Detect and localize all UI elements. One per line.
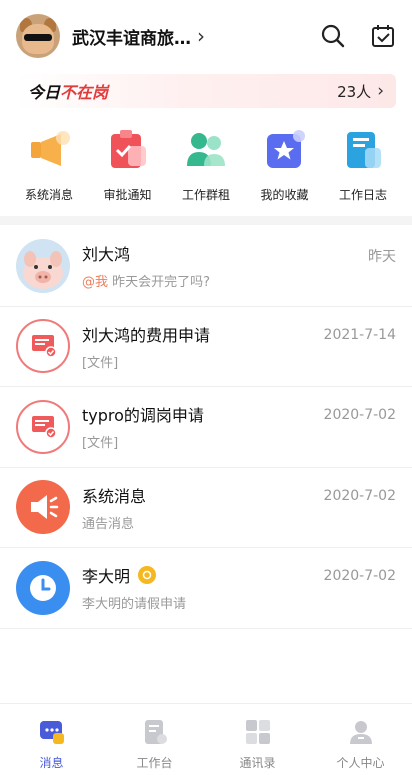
bottom-tab-bar: 消息 工作台 通讯录 个人中心 xyxy=(0,703,412,775)
tab-contacts[interactable]: 通讯录 xyxy=(206,704,309,775)
quick-work-group[interactable]: 工作群租 xyxy=(171,128,241,208)
list-item[interactable]: typro的调岗申请 [文件] 2020-7-02 xyxy=(0,387,412,468)
star-icon xyxy=(266,130,305,168)
top-header: 武汉丰谊商旅… › xyxy=(0,0,412,72)
chat-icon xyxy=(39,721,64,744)
message-time: 2020-7-02 xyxy=(323,568,396,584)
message-time: 2020-7-02 xyxy=(323,407,396,423)
message-title: 李大明 xyxy=(82,567,131,587)
expense-doc-icon xyxy=(16,319,70,374)
person-icon xyxy=(349,721,372,744)
grid-icon xyxy=(245,720,270,744)
message-title: 刘大鸿 xyxy=(82,245,131,265)
messages-page: 武汉丰谊商旅… › 今日不在岗 23人 › 系统消息 审批通知 工作群租 我的收… xyxy=(0,0,412,775)
quick-actions: 系统消息 审批通知 工作群租 我的收藏 工作日志 xyxy=(0,128,412,208)
speaker-icon xyxy=(16,480,70,535)
chevron-right-icon[interactable]: › xyxy=(197,24,205,48)
transfer-doc-icon xyxy=(16,399,70,454)
quick-approval-notice[interactable]: 审批通知 xyxy=(93,128,163,208)
pig-avatar xyxy=(16,238,70,293)
message-preview: 通告消息 xyxy=(82,516,135,532)
absence-banner[interactable]: 今日不在岗 23人 › xyxy=(16,74,396,108)
section-divider xyxy=(0,216,412,225)
message-preview: [文件] xyxy=(82,436,119,452)
workbench-icon xyxy=(144,720,167,744)
list-item[interactable]: 刘大鸿 @我 昨天会开完了吗? 昨天 xyxy=(0,226,412,307)
quick-favorites[interactable]: 我的收藏 xyxy=(250,128,320,208)
message-time: 2021-7-14 xyxy=(323,326,396,343)
message-time: 昨天 xyxy=(368,249,396,265)
clipboard-check-icon xyxy=(110,130,146,168)
message-time: 2020-7-02 xyxy=(323,487,396,504)
tab-workbench[interactable]: 工作台 xyxy=(103,704,206,775)
calendar-check-icon[interactable] xyxy=(370,23,396,49)
list-item[interactable]: 刘大鸿的费用申请 [文件] 2021-7-14 xyxy=(0,307,412,387)
user-avatar[interactable] xyxy=(16,14,60,58)
absence-count: 23人 xyxy=(337,82,372,101)
megaphone-icon xyxy=(31,131,70,166)
message-preview: @我 昨天会开完了吗? xyxy=(82,275,211,291)
tab-messages[interactable]: 消息 xyxy=(0,704,103,775)
list-item[interactable]: 系统消息 通告消息 2020-7-02 xyxy=(0,468,412,548)
banner-title: 今日不在岗 xyxy=(28,83,109,102)
quick-system-message[interactable]: 系统消息 xyxy=(14,128,84,208)
org-name[interactable]: 武汉丰谊商旅… xyxy=(72,24,191,49)
clock-icon xyxy=(16,560,70,615)
quick-work-log[interactable]: 工作日志 xyxy=(328,128,398,208)
tab-profile[interactable]: 个人中心 xyxy=(309,704,412,775)
message-preview: [文件] xyxy=(82,355,119,371)
message-list: 刘大鸿 @我 昨天会开完了吗? 昨天 刘大鸿的费用申请 [文件] 2021-7-… xyxy=(0,226,412,629)
notebook-icon xyxy=(347,132,381,168)
list-item[interactable]: 李大明 李大明的请假申请 2020-7-02 xyxy=(0,548,412,629)
message-preview: 李大明的请假申请 xyxy=(82,597,187,613)
chevron-right-icon: › xyxy=(377,81,384,101)
search-icon[interactable] xyxy=(320,23,346,49)
chat-badge-icon xyxy=(138,566,157,585)
group-icon xyxy=(187,133,225,166)
